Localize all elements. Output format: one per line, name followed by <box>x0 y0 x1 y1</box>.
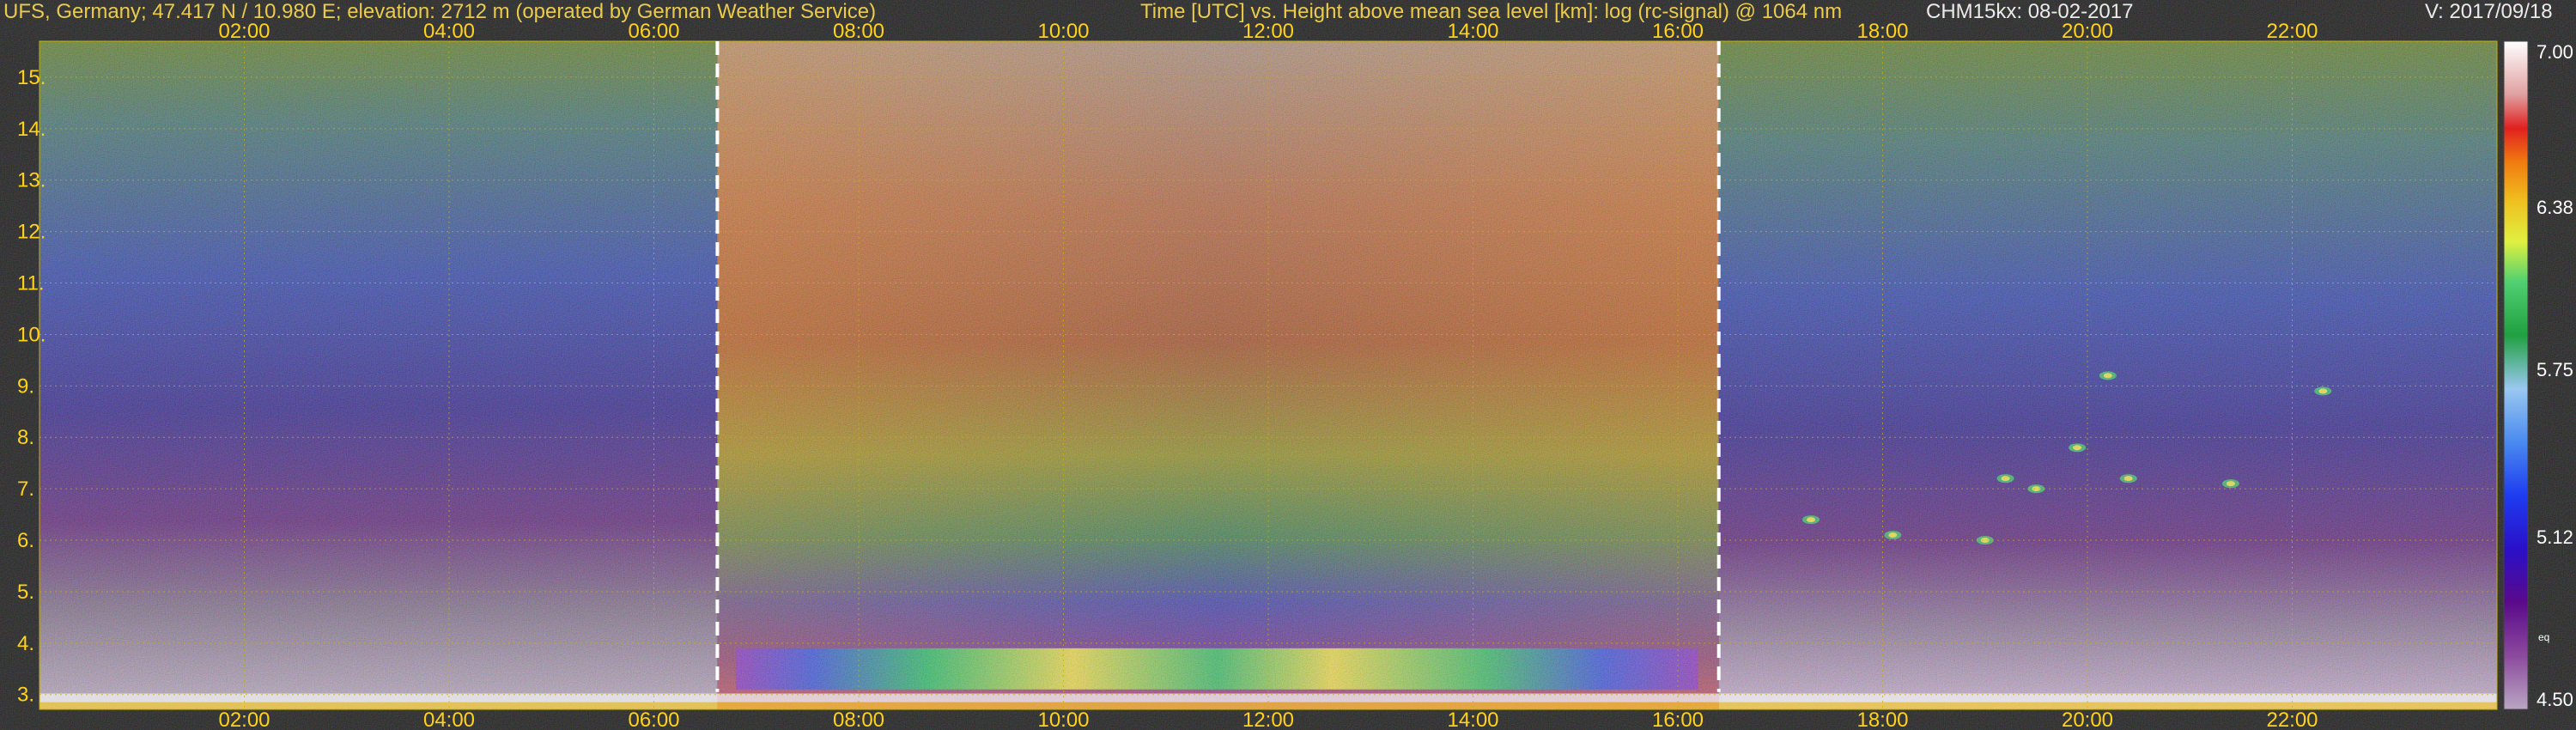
y-tick-label: 6. <box>17 529 34 552</box>
colorbar-label-max: 7.00 <box>2537 41 2573 63</box>
y-tick-label: 12. <box>17 221 46 244</box>
x-tick-label-top: 10:00 <box>1037 20 1089 43</box>
x-tick-label-top: 18:00 <box>1856 20 1908 43</box>
colorbar: 7.00 6.38 5.75 5.12 4.50 eq <box>2503 40 2573 710</box>
x-tick-label-bottom: 08:00 <box>833 709 884 730</box>
chart-svg: 02:00 04:00 06:00 08:00 10:00 12:00 14:00 16:00… <box>17 20 2573 730</box>
y-tick-label: 11. <box>17 272 45 295</box>
y-tick-label: 14. <box>17 118 46 141</box>
x-tick-label-bottom: 16:00 <box>1652 709 1704 730</box>
x-tick-label-top: 22:00 <box>2266 20 2318 43</box>
y-tick-label: 10. <box>17 323 46 346</box>
y-tick-label: 13. <box>17 169 46 192</box>
x-tick-label-top: 12:00 <box>1242 20 1294 43</box>
x-tick-label-bottom: 12:00 <box>1242 709 1294 730</box>
colorbar-side-text: eq <box>2538 631 2549 643</box>
x-tick-label-bottom: 04:00 <box>423 709 475 730</box>
colorbar-label-min: 4.50 <box>2537 689 2573 710</box>
x-tick-label-top: 04:00 <box>423 20 475 43</box>
colorbar-gradient <box>2503 40 2529 710</box>
colorbar-label-3: 5.75 <box>2537 359 2573 380</box>
x-tick-label-bottom: 20:00 <box>2062 709 2113 730</box>
x-tick-label-top: 20:00 <box>2062 20 2113 43</box>
y-tick-label: 15. <box>17 66 46 89</box>
x-tick-label-bottom: 10:00 <box>1037 709 1089 730</box>
x-tick-label-bottom: 06:00 <box>628 709 679 730</box>
x-tick-label-bottom: 22:00 <box>2266 709 2318 730</box>
y-tick-label: 8. <box>17 426 34 449</box>
y-tick-label: 9. <box>17 374 34 398</box>
x-tick-label-top: 08:00 <box>833 20 884 43</box>
y-tick-label: 5. <box>17 581 34 604</box>
colorbar-label-4: 5.12 <box>2537 526 2573 548</box>
y-tick-label: 4. <box>17 632 34 655</box>
y-tick-label: 7. <box>17 478 34 501</box>
x-tick-label-bottom: 18:00 <box>1856 709 1908 730</box>
x-tick-label-top: 02:00 <box>218 20 270 43</box>
x-tick-label-top: 06:00 <box>628 20 679 43</box>
colorbar-label-2: 6.38 <box>2537 197 2573 218</box>
x-tick-label-top: 16:00 <box>1652 20 1704 43</box>
x-tick-label-bottom: 14:00 <box>1447 709 1498 730</box>
x-ticks-top: 02:00 04:00 06:00 08:00 10:00 12:00 14:00 16:00… <box>218 20 2318 43</box>
y-tick-label: 3. <box>17 684 34 707</box>
x-tick-label-bottom: 02:00 <box>218 709 270 730</box>
x-ticks-bottom: 02:00 04:00 06:00 08:00 10:00 12:00 14:00 16:00… <box>218 709 2318 730</box>
x-tick-label-top: 14:00 <box>1447 20 1498 43</box>
